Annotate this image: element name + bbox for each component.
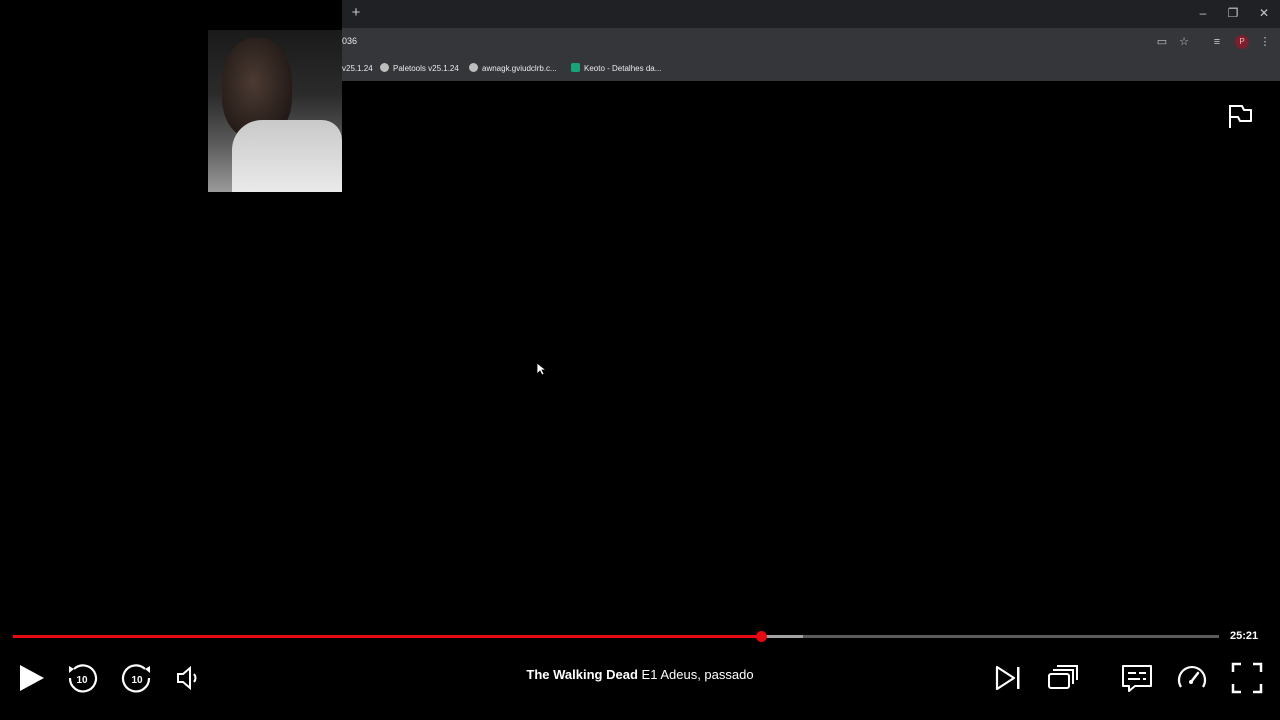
svg-text:10: 10 xyxy=(131,675,143,686)
bookmark-item[interactable]: v25.1.24 xyxy=(342,62,373,76)
restore-button[interactable]: ❐ xyxy=(1223,4,1243,22)
episode-title: The Walking Dead E1 Adeus, passado xyxy=(440,667,840,682)
install-app-icon[interactable]: ▭ xyxy=(1155,35,1169,49)
bookmark-item[interactable]: Paletools v25.1.24 xyxy=(380,62,459,76)
time-remaining: 25:21 xyxy=(1230,630,1259,642)
bookmark-item[interactable]: awnagk.gviudclrb.c... xyxy=(469,62,557,76)
globe-icon xyxy=(380,63,389,72)
address-bar[interactable]: 036 ▭ ☆ ≡ P ⋮ xyxy=(342,28,1280,56)
webcam-overlay xyxy=(0,0,342,192)
show-title: The Walking Dead xyxy=(526,667,638,682)
new-tab-button[interactable]: + xyxy=(348,5,364,21)
mouse-cursor xyxy=(536,362,548,376)
next-episode-icon[interactable] xyxy=(990,660,1026,696)
site-favicon-icon xyxy=(571,63,580,72)
url-text: 036 xyxy=(342,36,358,46)
episode-name: Adeus, passado xyxy=(660,667,754,682)
episodes-icon[interactable] xyxy=(1045,660,1081,696)
subtitles-icon[interactable] xyxy=(1119,660,1155,696)
tab-strip: + – ❐ ✕ xyxy=(342,0,1280,26)
profile-avatar[interactable]: P xyxy=(1235,35,1249,49)
svg-text:10: 10 xyxy=(76,675,88,686)
forward-10-icon[interactable]: 10 xyxy=(119,660,155,696)
progress-scrubber[interactable] xyxy=(755,631,767,642)
playback-speed-icon[interactable] xyxy=(1174,660,1210,696)
progress-played xyxy=(13,635,761,638)
globe-icon xyxy=(469,63,478,72)
webcam-hoodie xyxy=(232,120,342,192)
bookmarks-bar: v25.1.24 Paletools v25.1.24 awnagk.gviud… xyxy=(342,56,1280,81)
bookmark-star-icon[interactable]: ☆ xyxy=(1177,35,1191,49)
close-button[interactable]: ✕ xyxy=(1254,4,1274,22)
episode-number: E1 xyxy=(641,667,658,682)
bookmark-item[interactable]: Keoto - Detalhes da... xyxy=(571,62,661,76)
browser-window: + – ❐ ✕ 036 ▭ ☆ ≡ P ⋮ v25.1.24 Paletools… xyxy=(342,0,1280,81)
media-control-icon[interactable]: ≡ xyxy=(1210,35,1224,49)
rewind-10-icon[interactable]: 10 xyxy=(64,660,100,696)
play-icon[interactable] xyxy=(13,660,49,696)
volume-icon[interactable] xyxy=(170,660,206,696)
fullscreen-icon[interactable] xyxy=(1229,660,1265,696)
minimize-button[interactable]: – xyxy=(1193,4,1213,22)
flag-icon[interactable] xyxy=(1226,102,1254,130)
progress-bar[interactable] xyxy=(13,631,1219,642)
menu-icon[interactable]: ⋮ xyxy=(1258,35,1272,49)
